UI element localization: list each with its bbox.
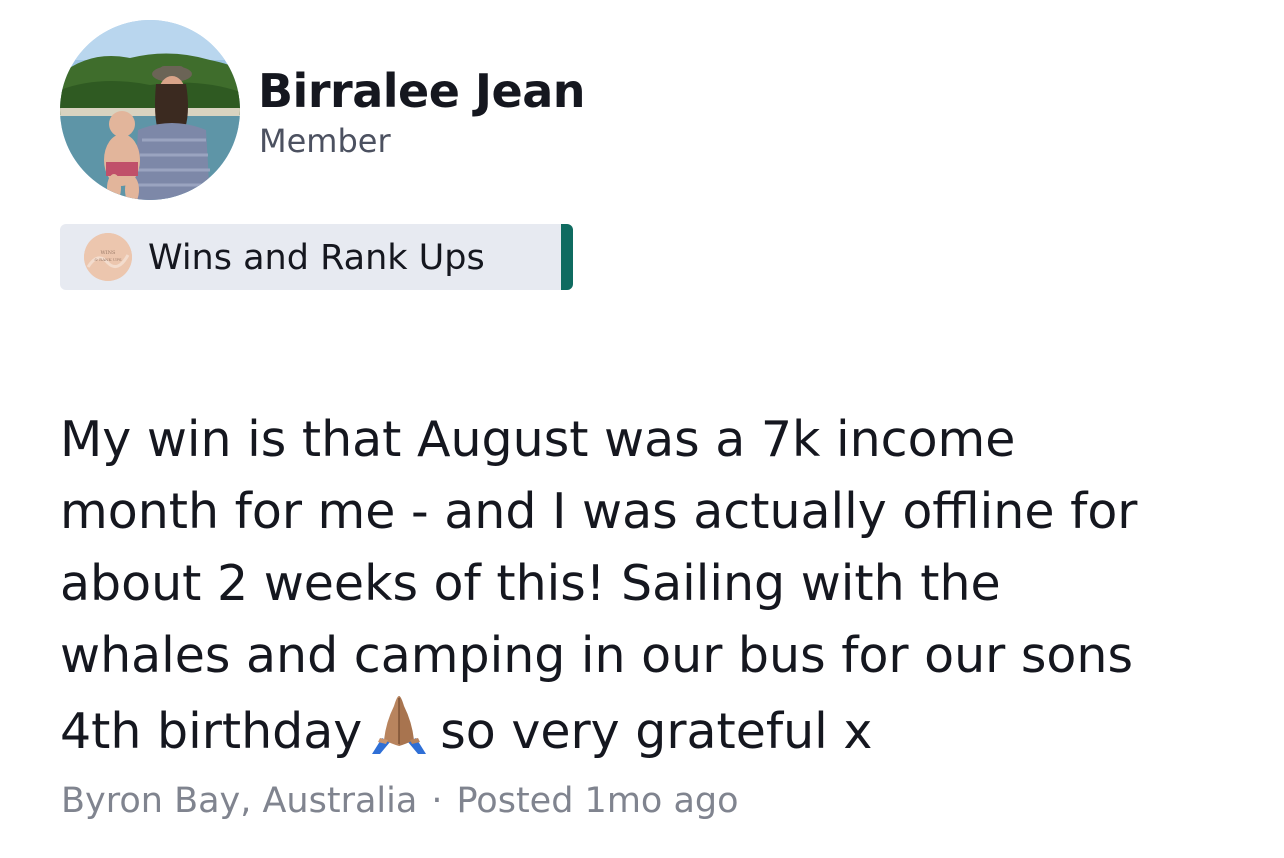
- post-line: month for me - and I was actually offlin…: [60, 483, 1138, 540]
- meta-separator: ·: [431, 781, 443, 821]
- category-icon-text-1: WINS: [101, 250, 116, 256]
- post-line: whales and camping in our bus for our so…: [60, 627, 1133, 684]
- category-icon-text-2: & RANK UPS: [94, 257, 122, 262]
- author-role: Member: [259, 122, 391, 160]
- post-meta: Byron Bay, Australia · Posted 1mo ago: [61, 781, 739, 821]
- post-line: My win is that August was a 7k income: [60, 411, 1016, 468]
- post-body: My win is that August was a 7k income mo…: [60, 404, 1250, 774]
- author-name[interactable]: Birralee Jean: [258, 64, 586, 118]
- post-line-last: 4th birthday so very grateful x: [60, 692, 1250, 774]
- post-timestamp[interactable]: Posted 1mo ago: [456, 781, 738, 821]
- folded-hands-icon: [366, 692, 432, 774]
- category-tag[interactable]: WINS & RANK UPS Wins and Rank Ups: [60, 224, 573, 290]
- category-accent-bar: [561, 224, 573, 290]
- category-label: Wins and Rank Ups: [148, 238, 485, 278]
- category-icon: WINS & RANK UPS: [84, 233, 132, 281]
- avatar[interactable]: [60, 20, 240, 200]
- avatar-photo: [60, 20, 240, 200]
- post-line-text: 4th birthday: [60, 703, 363, 760]
- post-location[interactable]: Byron Bay, Australia: [61, 781, 417, 821]
- post-line: about 2 weeks of this! Sailing with the: [60, 555, 1001, 612]
- post-line-tail: so very grateful x: [440, 703, 873, 760]
